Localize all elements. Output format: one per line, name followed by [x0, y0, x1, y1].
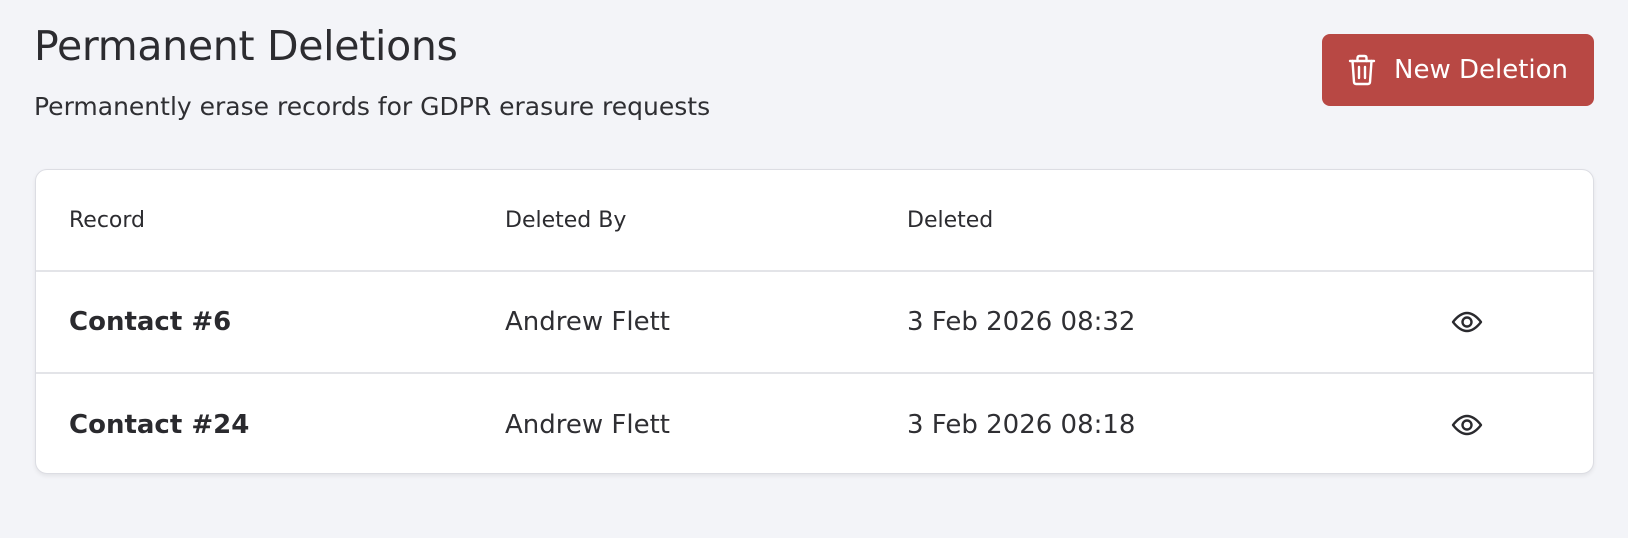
- deleted-by-cell: Andrew Flett: [472, 372, 874, 473]
- deleted-date-cell: 3 Feb 2026 08:18: [874, 372, 1414, 473]
- page-title: Permanent Deletions: [34, 22, 458, 70]
- record-cell: Contact #6: [69, 307, 232, 337]
- page-header: Permanent Deletions Permanently erase re…: [34, 22, 1594, 172]
- deleted-date-cell: 3 Feb 2026 08:32: [907, 307, 1136, 337]
- actions-cell: [1414, 271, 1593, 373]
- actions-cell: [1414, 372, 1593, 473]
- column-header-record: Record: [36, 170, 472, 272]
- column-header-actions: [1414, 170, 1593, 272]
- trash-icon: [1348, 54, 1376, 86]
- eye-icon[interactable]: [1447, 302, 1487, 342]
- eye-icon[interactable]: [1447, 405, 1487, 445]
- deletions-table: Record Deleted By Deleted Contact #6 And…: [36, 170, 1593, 473]
- page: Permanent Deletions Permanently erase re…: [0, 0, 1628, 538]
- record-cell: Contact #24: [36, 372, 472, 473]
- column-header-deleted-by: Deleted By: [472, 170, 874, 272]
- new-deletion-button[interactable]: New Deletion: [1322, 34, 1594, 106]
- deletions-table-card: Record Deleted By Deleted Contact #6 And…: [35, 169, 1594, 474]
- table-row: Contact #6 Andrew Flett 3 Feb 2026 08:32: [36, 271, 1593, 373]
- page-subtitle: Permanently erase records for GDPR erasu…: [34, 92, 711, 121]
- table-row: Contact #24 Andrew Flett 3 Feb 2026 08:1…: [36, 372, 1593, 473]
- column-header-deleted: Deleted: [874, 170, 1414, 272]
- deleted-by-cell: Andrew Flett: [505, 307, 670, 337]
- new-deletion-label: New Deletion: [1394, 55, 1569, 85]
- table-header-row: Record Deleted By Deleted: [36, 170, 1593, 272]
